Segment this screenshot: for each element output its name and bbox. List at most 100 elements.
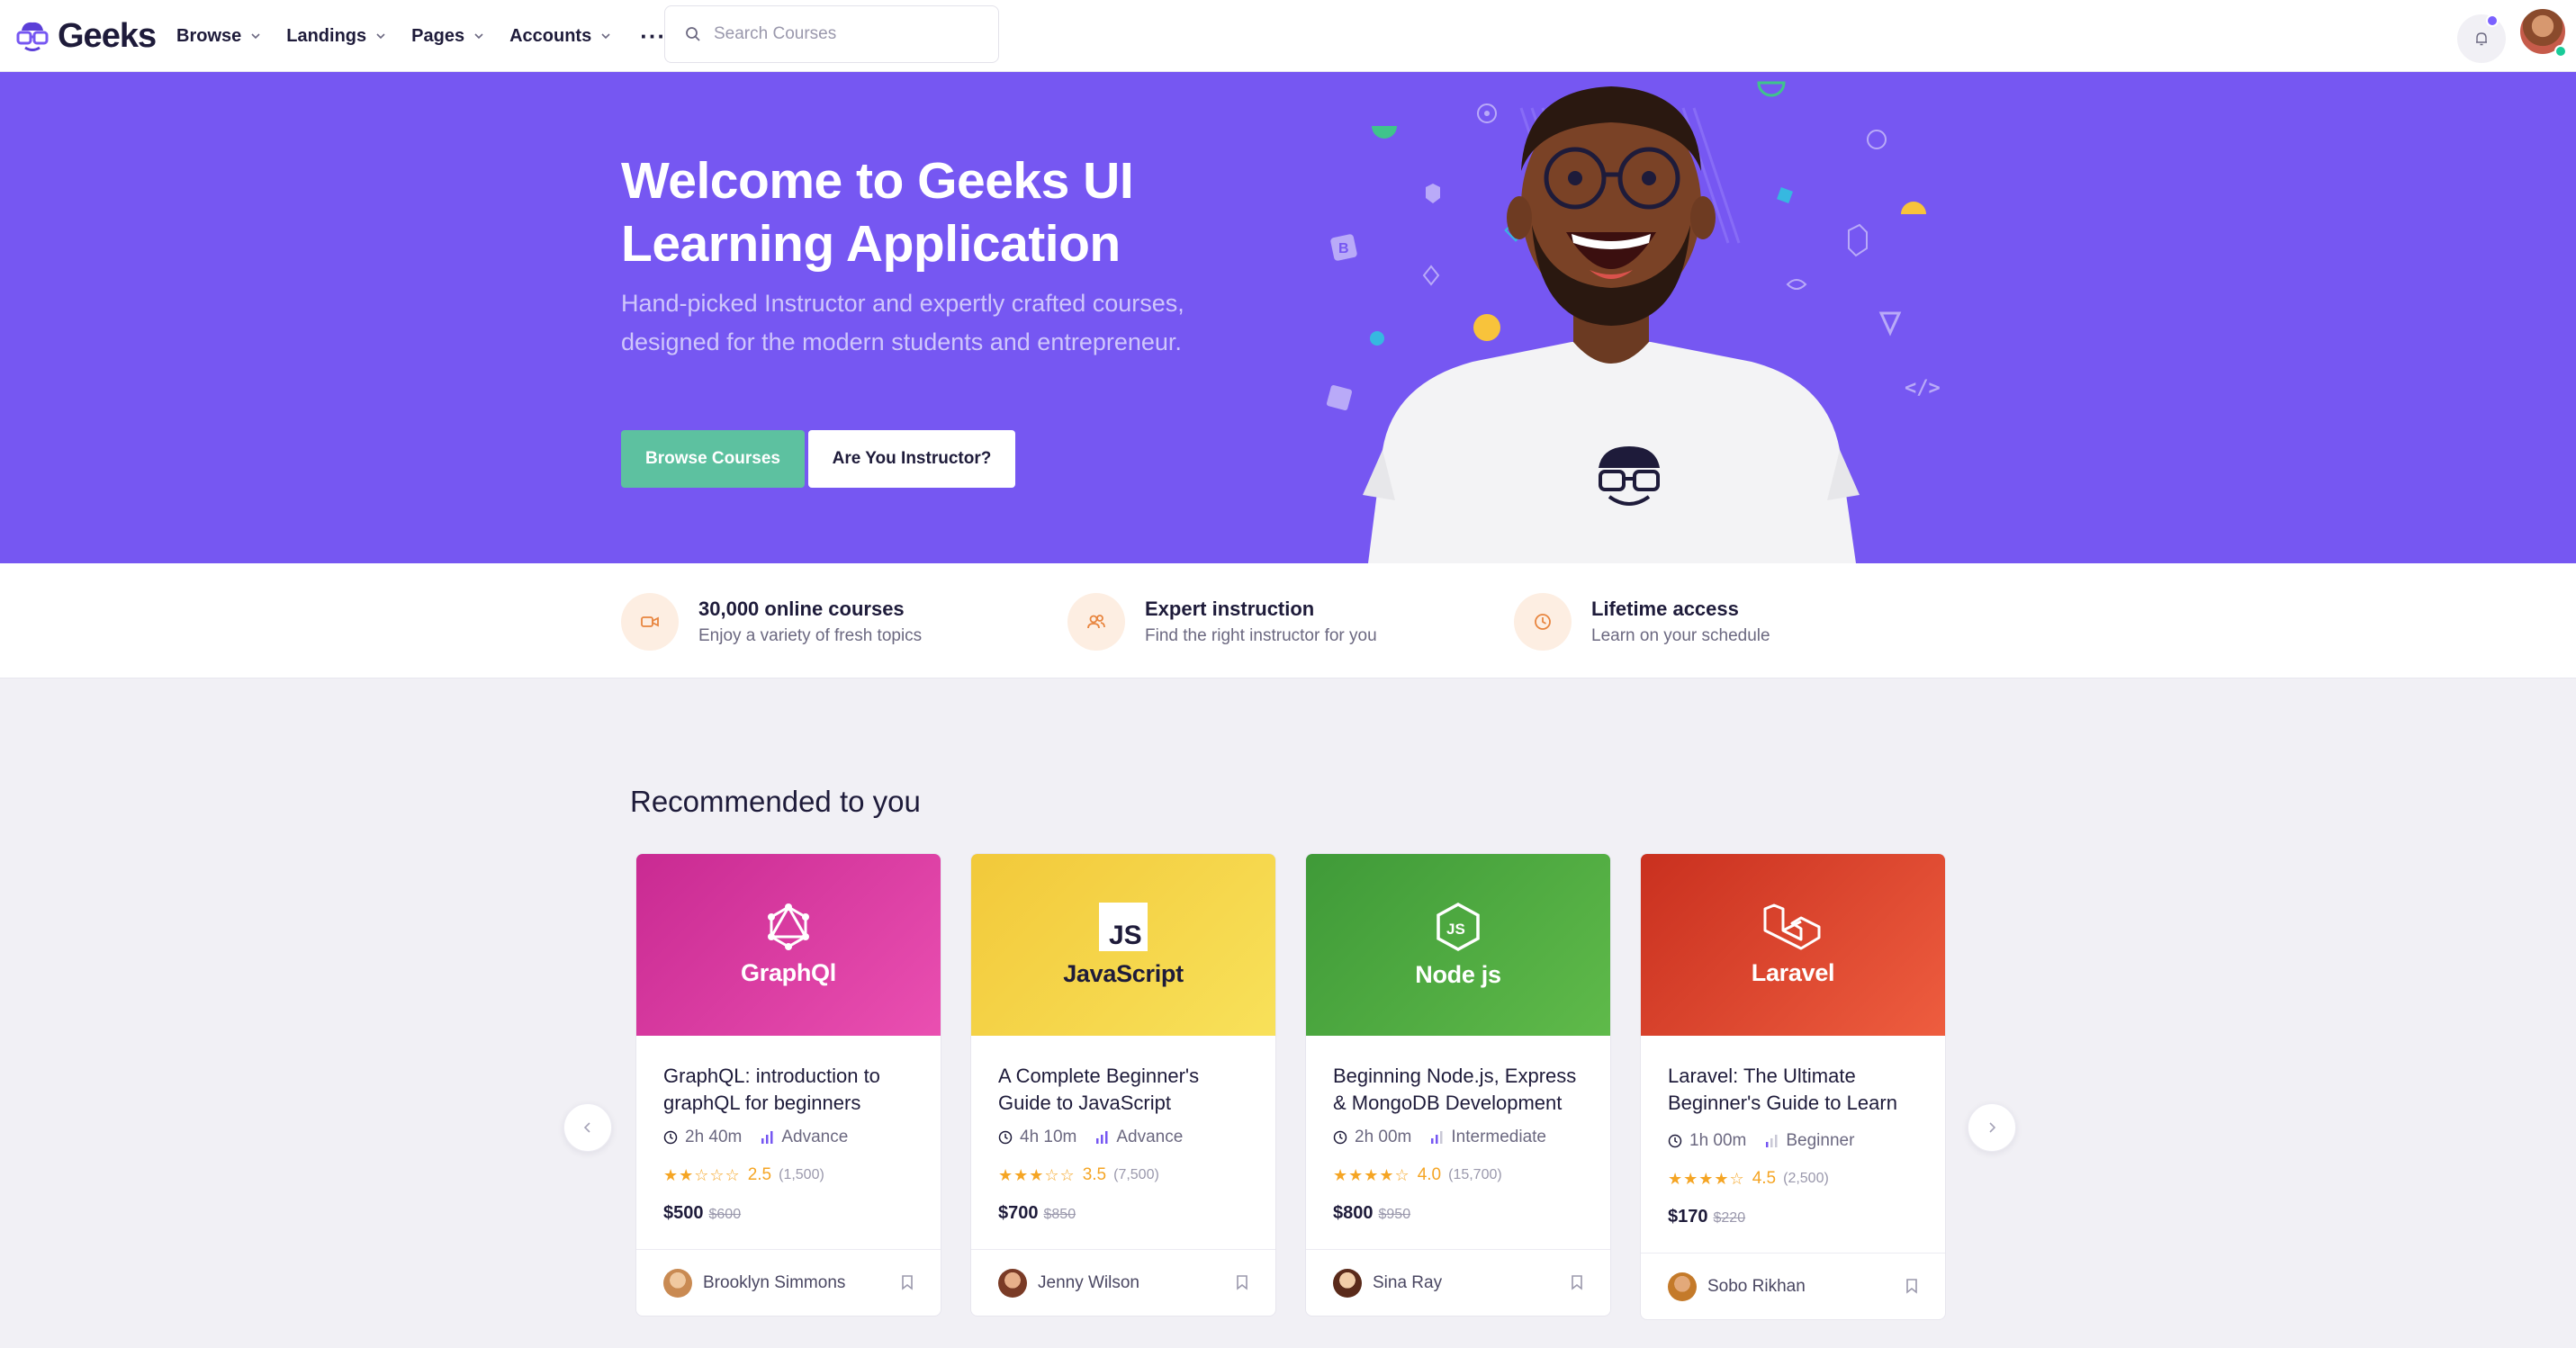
author-name[interactable]: Sobo Rikhan xyxy=(1707,1277,1806,1297)
author-name[interactable]: Brooklyn Simmons xyxy=(703,1273,845,1293)
search-input[interactable] xyxy=(714,24,975,44)
level-bars-icon xyxy=(761,1131,773,1144)
course-card[interactable]: GraphQl GraphQL: introduction to graphQL… xyxy=(635,853,941,1317)
svg-text:JS: JS xyxy=(1446,921,1465,938)
users-icon xyxy=(1067,593,1125,651)
course-brand: Laravel xyxy=(1751,958,1835,986)
feature-title: Expert instruction xyxy=(1145,598,1315,620)
author-name[interactable]: Sina Ray xyxy=(1373,1273,1442,1293)
course-brand: GraphQl xyxy=(741,958,836,986)
menu-landings-label: Landings xyxy=(286,25,367,46)
feature-desc: Enjoy a variety of fresh topics xyxy=(698,626,923,645)
carousel-prev-button[interactable] xyxy=(563,1103,612,1152)
brand-name: Geeks xyxy=(58,16,157,55)
course-old-price: $600 xyxy=(708,1207,742,1222)
level-bars-icon xyxy=(1766,1135,1778,1147)
feature-lifetime-access: Lifetime access Learn on your schedule xyxy=(1514,592,1770,652)
course-title[interactable]: A Complete Beginner's Guide to JavaScrip… xyxy=(998,1063,1248,1117)
feature-expert-instruction: Expert instruction Find the right instru… xyxy=(1067,592,1377,652)
menu-accounts[interactable]: Accounts xyxy=(509,26,611,47)
course-price: $800 xyxy=(1333,1203,1374,1223)
course-thumbnail: JS JavaScript xyxy=(971,854,1275,1036)
course-duration: 1h 00m xyxy=(1689,1131,1747,1150)
feature-title: Lifetime access xyxy=(1591,598,1739,620)
author-avatar xyxy=(1668,1272,1697,1301)
nodejs-icon: JS xyxy=(1437,902,1480,951)
course-old-price: $220 xyxy=(1713,1210,1746,1226)
menu-landings[interactable]: Landings xyxy=(286,26,386,47)
bookmark-icon[interactable] xyxy=(1571,1274,1583,1290)
author-avatar xyxy=(998,1268,1027,1298)
rating-score: 4.0 xyxy=(1417,1165,1442,1184)
section-title: Recommended to you xyxy=(630,785,921,818)
clock-icon xyxy=(1514,593,1572,651)
menu-pages[interactable]: Pages xyxy=(411,26,484,47)
course-price: $500 xyxy=(663,1203,704,1223)
course-level: Advance xyxy=(781,1128,849,1146)
clock-icon xyxy=(1668,1134,1682,1148)
feature-online-courses: 30,000 online courses Enjoy a variety of… xyxy=(621,592,922,652)
features-strip: 30,000 online courses Enjoy a variety of… xyxy=(0,563,2576,678)
course-duration: 2h 00m xyxy=(1355,1128,1412,1146)
feature-desc: Find the right instructor for you xyxy=(1145,626,1377,645)
hero-section: Welcome to Geeks UI Learning Application… xyxy=(0,72,2576,563)
carousel-next-button[interactable] xyxy=(1968,1103,2016,1152)
level-bars-icon xyxy=(1431,1131,1443,1144)
author-name[interactable]: Jenny Wilson xyxy=(1038,1273,1139,1293)
brand-logo[interactable]: Geeks xyxy=(14,13,157,59)
course-old-price: $950 xyxy=(1378,1207,1411,1222)
course-card[interactable]: Laravel Laravel: The Ultimate Beginner's… xyxy=(1640,853,1946,1320)
graphql-icon xyxy=(768,903,809,950)
menu-accounts-label: Accounts xyxy=(509,25,592,46)
course-card[interactable]: JS Node js Beginning Node.js, Express & … xyxy=(1305,853,1611,1317)
course-level: Intermediate xyxy=(1451,1128,1546,1146)
author-avatar xyxy=(663,1268,692,1298)
bookmark-icon[interactable] xyxy=(901,1274,914,1290)
bookmark-icon[interactable] xyxy=(1905,1278,1918,1294)
rating-score: 2.5 xyxy=(747,1165,772,1184)
course-brand: JavaScript xyxy=(1063,959,1184,987)
instructor-button[interactable]: Are You Instructor? xyxy=(808,430,1015,488)
geeks-logo-icon xyxy=(16,22,49,51)
javascript-icon: JS xyxy=(1099,902,1148,951)
video-icon xyxy=(621,593,679,651)
chevron-down-icon xyxy=(601,33,610,40)
rating-count: (15,700) xyxy=(1448,1167,1502,1182)
feature-desc: Learn on your schedule xyxy=(1591,626,1770,645)
course-duration: 4h 10m xyxy=(1020,1128,1077,1146)
bell-icon xyxy=(2476,32,2487,46)
more-horizontal-icon[interactable]: ··· xyxy=(640,24,666,48)
chevron-down-icon xyxy=(376,33,385,40)
menu-browse-label: Browse xyxy=(176,25,242,46)
browse-courses-button[interactable]: Browse Courses xyxy=(621,430,805,488)
course-thumbnail: Laravel xyxy=(1641,854,1945,1036)
search-icon xyxy=(686,27,700,41)
svg-text:B: B xyxy=(1338,241,1349,256)
clock-icon xyxy=(1333,1130,1347,1145)
course-level: Beginner xyxy=(1786,1131,1855,1150)
hero-title: Welcome to Geeks UI Learning Application xyxy=(621,152,1134,273)
bookmark-icon[interactable] xyxy=(1236,1274,1248,1290)
course-level: Advance xyxy=(1116,1128,1184,1146)
chevron-down-icon xyxy=(251,33,260,40)
search-box xyxy=(664,5,999,63)
menu-browse[interactable]: Browse xyxy=(176,26,261,47)
course-brand: Node js xyxy=(1415,960,1501,988)
rating-score: 3.5 xyxy=(1082,1165,1107,1184)
course-card[interactable]: JS JavaScript A Complete Beginner's Guid… xyxy=(970,853,1276,1317)
rating-score: 4.5 xyxy=(1752,1169,1777,1188)
laravel-icon xyxy=(1763,903,1821,949)
rating-stars: ★★★☆☆ xyxy=(998,1165,1076,1184)
rating-stars: ★★★★☆ xyxy=(1333,1165,1410,1184)
hero-subtitle: Hand-picked Instructor and expertly craf… xyxy=(621,290,1184,355)
course-title[interactable]: Beginning Node.js, Express & MongoDB Dev… xyxy=(1333,1063,1583,1117)
course-old-price: $850 xyxy=(1043,1207,1076,1222)
course-title[interactable]: GraphQL: introduction to graphQL for beg… xyxy=(663,1063,914,1117)
course-price: $170 xyxy=(1668,1207,1708,1227)
course-price: $700 xyxy=(998,1203,1039,1223)
hero-illustration: B </> xyxy=(1326,81,1941,563)
chevron-left-icon xyxy=(583,1122,590,1133)
course-title[interactable]: Laravel: The Ultimate Beginner's Guide t… xyxy=(1668,1063,1918,1117)
level-bars-icon xyxy=(1096,1131,1108,1144)
menu-pages-label: Pages xyxy=(411,25,465,46)
